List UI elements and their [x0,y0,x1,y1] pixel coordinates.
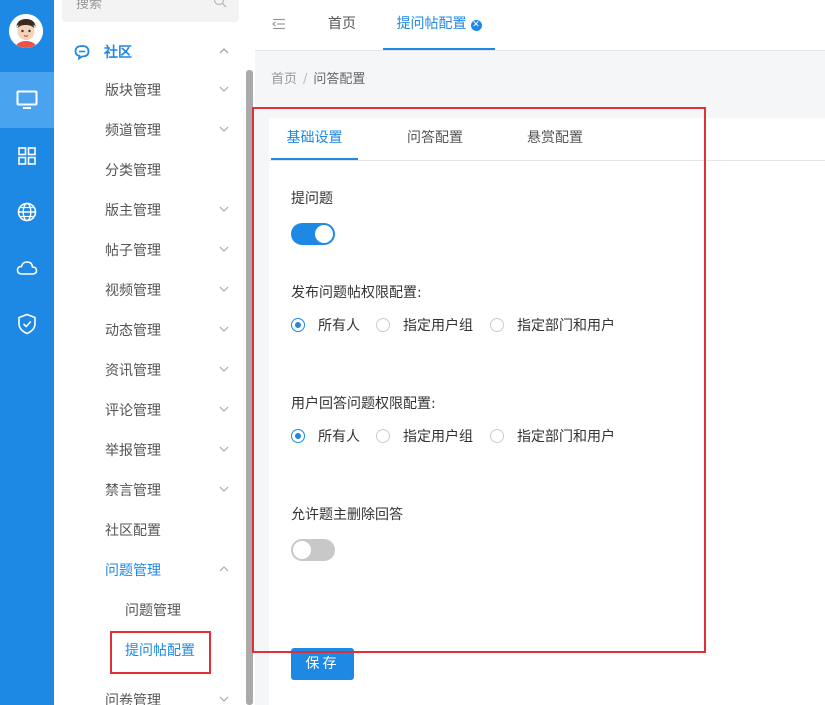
sidebar-item-label: 问题管理 [105,563,161,579]
sidebar-item-moderator[interactable]: 版主管理 [54,190,244,230]
search-box[interactable]: 搜索 [62,0,239,22]
avatar[interactable] [9,14,43,48]
sidebar-item-label: 版主管理 [105,203,161,219]
sidebar-menu: 搜索 社区 版块管理 频道管理 分类管理 版主管理 帖子管理 视频管理 动态管理… [54,0,256,705]
rail-monitor[interactable] [0,72,54,128]
shield-icon [18,313,36,335]
monitor-icon [16,90,38,109]
sidebar-subitem-ask-post-config[interactable]: 提问帖配置 [54,630,244,674]
tab-label: 首页 [328,16,356,32]
sidebar-item-channel[interactable]: 频道管理 [54,110,244,150]
sidebar-item-reports[interactable]: 举报管理 [54,430,244,470]
globe-icon [17,202,37,222]
breadcrumb-home[interactable]: 首页 [271,72,297,87]
tab-label: 提问帖配置 [396,16,467,32]
icon-rail [0,0,54,705]
sidebar-item-label: 视频管理 [105,283,161,299]
tab-home[interactable]: 首页 [328,0,356,50]
sidebar-item-label: 频道管理 [105,123,161,139]
sidebar-item-label: 资讯管理 [105,363,161,379]
chevron-down-icon [219,286,229,292]
chevron-down-icon [219,326,229,332]
sidebar-item-posts[interactable]: 帖子管理 [54,230,244,270]
sidebar-item-survey[interactable]: 问卷管理 [54,680,244,705]
sidebar-item-board[interactable]: 版块管理 [54,70,244,110]
avatar-icon [9,14,43,48]
sidebar-item-label: 帖子管理 [105,243,161,259]
sidebar-group-community[interactable]: 社区 [54,37,244,67]
sidebar-item-community-config[interactable]: 社区配置 [54,510,244,550]
chat-icon [74,45,90,60]
sidebar-item-label: 分类管理 [105,163,161,179]
sidebar-group-label: 社区 [104,45,132,61]
sidebar-item-feed[interactable]: 动态管理 [54,310,244,350]
grid-icon [18,147,36,165]
highlight-box [110,631,211,674]
sidebar-item-label: 问卷管理 [105,693,161,705]
sidebar-item-questions[interactable]: 问题管理 [54,550,244,590]
rail-globe[interactable] [0,184,54,240]
chevron-down-icon [219,406,229,412]
search-icon [213,0,227,8]
sidebar-item-video[interactable]: 视频管理 [54,270,244,310]
sidebar-item-news[interactable]: 资讯管理 [54,350,244,390]
chevron-down-icon [219,366,229,372]
chevron-down-icon [219,486,229,492]
sidebar-subitem-label: 问题管理 [125,603,181,619]
collapse-menu-icon[interactable] [272,18,286,30]
chevron-up-icon [219,566,229,572]
cloud-icon [16,261,38,275]
sidebar-item-label: 禁言管理 [105,483,161,499]
search-input[interactable]: 搜索 [76,0,102,12]
chevron-down-icon [219,206,229,212]
top-tab-bar: 首页 提问帖配置 ✕ [255,0,825,51]
rail-shield[interactable] [0,296,54,352]
chevron-up-icon [219,48,229,54]
chevron-down-icon [219,246,229,252]
chevron-down-icon [219,86,229,92]
sidebar-item-comments[interactable]: 评论管理 [54,390,244,430]
sidebar-item-label: 举报管理 [105,443,161,459]
breadcrumb-current: 问答配置 [313,72,366,87]
tab-ask-post-config[interactable]: 提问帖配置 ✕ [383,0,495,50]
sidebar-item-label: 评论管理 [105,403,161,419]
close-icon[interactable]: ✕ [470,20,482,31]
highlight-box [252,107,706,653]
breadcrumb-separator: / [303,72,308,87]
rail-grid[interactable] [0,128,54,184]
chevron-down-icon [219,126,229,132]
sidebar-item-mute[interactable]: 禁言管理 [54,470,244,510]
chevron-down-icon [219,696,229,702]
breadcrumb: 首页 / 问答配置 [271,68,365,87]
sidebar-item-label: 动态管理 [105,323,161,339]
sidebar-item-label: 版块管理 [105,83,161,99]
chevron-down-icon [219,446,229,452]
rail-cloud[interactable] [0,240,54,296]
sidebar-item-category[interactable]: 分类管理 [54,150,244,190]
sidebar-item-label: 社区配置 [105,523,161,539]
sidebar-subitem-questions[interactable]: 问题管理 [54,590,244,630]
